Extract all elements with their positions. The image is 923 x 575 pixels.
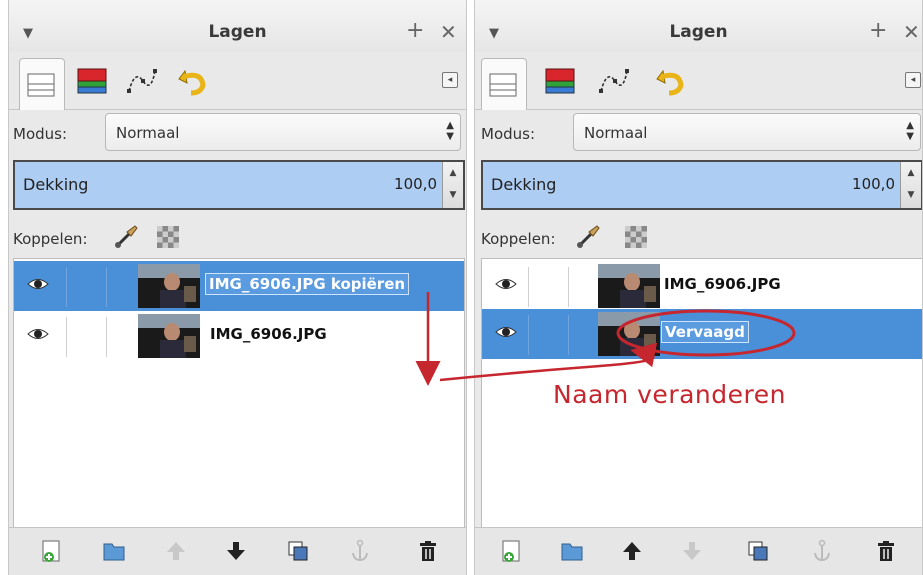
annotation-label: Naam veranderen — [553, 380, 786, 409]
annotation-circle — [616, 309, 796, 357]
annotation-overlay — [415, 292, 796, 386]
annotation-arrow-right — [439, 342, 658, 382]
